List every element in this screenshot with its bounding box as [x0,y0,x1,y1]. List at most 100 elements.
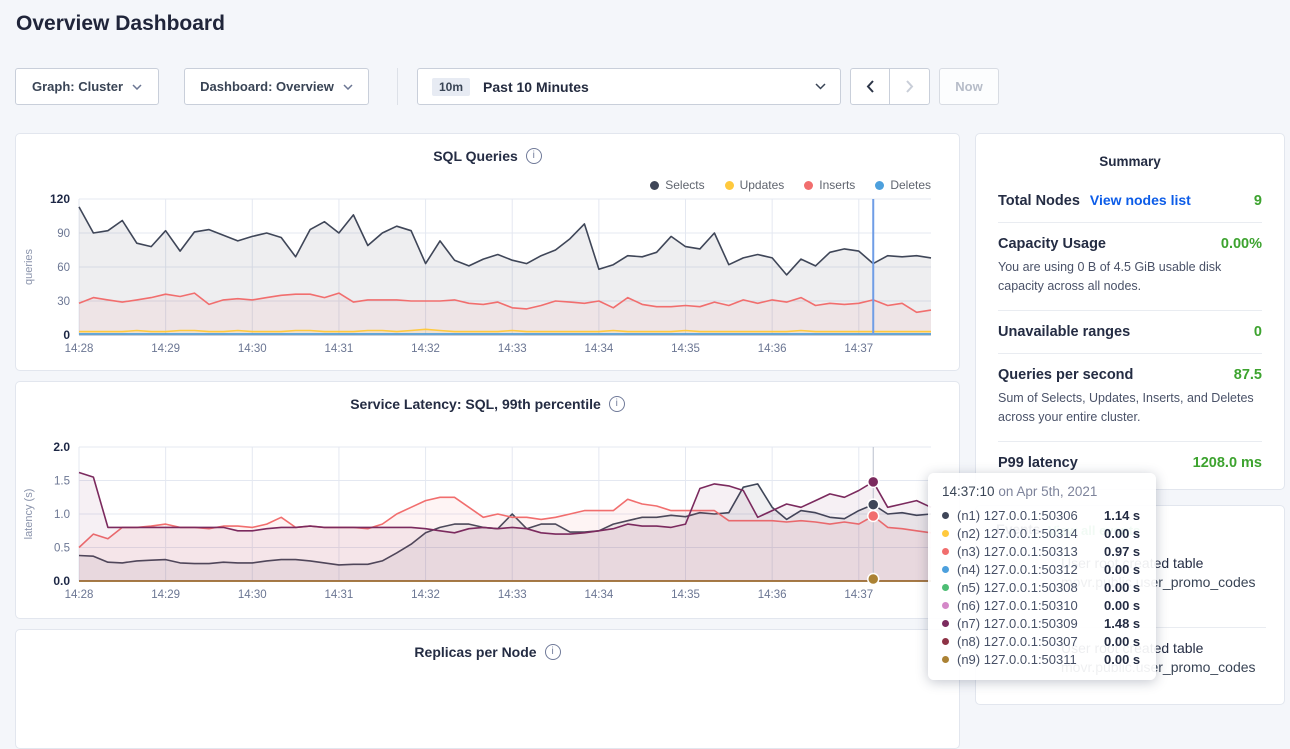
qps-value: 87.5 [1234,367,1262,383]
svg-text:14:33: 14:33 [498,343,527,355]
tooltip-node-row: (n9) 127.0.0.1:503110.00 s [942,650,1142,668]
now-button[interactable]: Now [939,68,999,105]
tooltip-node-row: (n4) 127.0.0.1:503120.00 s [942,560,1142,578]
capacity-value: 0.00% [1221,236,1262,252]
svg-text:14:31: 14:31 [325,343,354,355]
dashboard-dropdown-label: Dashboard: Overview [200,79,334,94]
service-latency-chart[interactable]: 0.00.51.01.52.014:2814:2914:3014:3114:32… [16,382,959,623]
summary-row-capacity: Capacity Usage 0.00% You are using 0 B o… [998,223,1262,311]
summary-panel: Summary Total Nodes View nodes list 9 Ca… [975,133,1285,490]
time-next-button[interactable] [889,68,930,105]
tooltip-node-row: (n7) 127.0.0.1:503091.48 s [942,614,1142,632]
tooltip-node-row: (n6) 127.0.0.1:503100.00 s [942,596,1142,614]
svg-text:14:31: 14:31 [325,589,354,601]
service-latency-panel: Service Latency: SQL, 99th percentile i … [15,381,960,619]
svg-text:latency (s): latency (s) [23,489,35,540]
replicas-panel: Replicas per Node i [15,629,960,749]
svg-text:14:28: 14:28 [65,589,94,601]
tooltip-node-name: (n1) 127.0.0.1:50306 [957,508,1104,523]
svg-text:120: 120 [50,192,70,206]
qps-desc: Sum of Selects, Updates, Inserts, and De… [998,389,1262,428]
view-nodes-list-link[interactable]: View nodes list [1090,192,1191,208]
tooltip-node-name: (n5) 127.0.0.1:50308 [957,580,1104,595]
p99-latency-label: P99 latency [998,455,1078,471]
svg-text:14:32: 14:32 [411,589,440,601]
svg-text:0.5: 0.5 [54,543,70,555]
svg-text:1.0: 1.0 [54,509,70,521]
series-dot-icon [942,530,949,537]
chevron-left-icon [866,80,875,93]
svg-text:14:36: 14:36 [758,343,787,355]
sql-queries-panel: SQL Queries i SelectsUpdatesInsertsDelet… [15,133,960,371]
tooltip-node-name: (n7) 127.0.0.1:50309 [957,616,1104,631]
tooltip-node-row: (n5) 127.0.0.1:503080.00 s [942,578,1142,596]
svg-text:14:37: 14:37 [844,343,873,355]
tooltip-node-value: 0.97 s [1104,544,1140,559]
dashboard-dropdown[interactable]: Dashboard: Overview [184,68,369,105]
series-dot-icon [942,512,949,519]
svg-text:90: 90 [57,228,70,240]
svg-text:14:29: 14:29 [151,343,180,355]
svg-text:1.5: 1.5 [54,476,70,488]
chart-title: Replicas per Node [414,644,536,660]
total-nodes-value: 9 [1254,193,1262,209]
info-icon[interactable]: i [545,644,561,660]
svg-text:14:34: 14:34 [584,589,613,601]
chevron-right-icon [905,80,914,93]
svg-text:14:30: 14:30 [238,589,267,601]
series-dot-icon [942,584,949,591]
sql-queries-chart[interactable]: 0 30 60 90 120 14:28 14:29 14:30 14:31 14:32 14:33… [16,134,959,375]
svg-text:14:35: 14:35 [671,589,700,601]
p99-latency-value: 1208.0 ms [1193,455,1262,471]
svg-text:60: 60 [57,262,70,274]
tooltip-node-value: 0.00 s [1104,634,1140,649]
total-nodes-label: Total Nodes [998,193,1080,209]
qps-label: Queries per second [998,367,1133,383]
chart-tooltip: 14:37:10 on Apr 5th, 2021 (n1) 127.0.0.1… [928,473,1156,680]
series-dot-icon [942,656,949,663]
tooltip-node-value: 0.00 s [1104,598,1140,613]
graph-dropdown[interactable]: Graph: Cluster [15,68,159,105]
tooltip-node-value: 0.00 s [1104,580,1140,595]
tooltip-node-row: (n2) 127.0.0.1:503140.00 s [942,524,1142,542]
tooltip-timestamp: 14:37:10 on Apr 5th, 2021 [942,484,1142,499]
chevron-down-icon [132,84,142,90]
tooltip-node-name: (n2) 127.0.0.1:50314 [957,526,1104,541]
series-dot-icon [942,602,949,609]
svg-text:14:28: 14:28 [65,343,94,355]
svg-text:0: 0 [63,328,70,342]
tooltip-node-value: 1.48 s [1104,616,1140,631]
page-title: Overview Dashboard [16,12,225,36]
tooltip-time: 14:37:10 [942,484,995,499]
svg-text:14:35: 14:35 [671,343,700,355]
svg-text:14:34: 14:34 [584,343,613,355]
svg-text:14:30: 14:30 [238,343,267,355]
tooltip-date: on Apr 5th, 2021 [995,484,1098,499]
tooltip-node-value: 0.00 s [1104,562,1140,577]
time-prev-button[interactable] [850,68,891,105]
tooltip-node-name: (n8) 127.0.0.1:50307 [957,634,1104,649]
svg-text:14:37: 14:37 [844,589,873,601]
tooltip-node-name: (n3) 127.0.0.1:50313 [957,544,1104,559]
chevron-down-icon [815,83,826,90]
svg-text:14:32: 14:32 [411,343,440,355]
tooltip-node-row: (n8) 127.0.0.1:503070.00 s [942,632,1142,650]
time-range-selector[interactable]: 10m Past 10 Minutes [417,68,841,105]
svg-text:14:29: 14:29 [151,589,180,601]
capacity-desc: You are using 0 B of 4.5 GiB usable disk… [998,258,1262,297]
capacity-label: Capacity Usage [998,236,1106,252]
tooltip-node-row: (n3) 127.0.0.1:503130.97 s [942,542,1142,560]
time-range-label: Past 10 Minutes [483,79,589,95]
tooltip-node-name: (n6) 127.0.0.1:50310 [957,598,1104,613]
unavailable-ranges-value: 0 [1254,324,1262,340]
dashboard-controls: Graph: Cluster Dashboard: Overview 10m P… [0,68,1290,105]
chevron-down-icon [343,84,353,90]
time-range-badge: 10m [432,78,470,96]
svg-text:queries: queries [23,248,35,285]
controls-divider [397,68,398,105]
series-dot-icon [942,566,949,573]
unavailable-ranges-label: Unavailable ranges [998,324,1130,340]
svg-text:30: 30 [57,296,70,308]
tooltip-node-name: (n9) 127.0.0.1:50311 [957,652,1104,667]
summary-row-unavailable: Unavailable ranges 0 [998,311,1262,354]
